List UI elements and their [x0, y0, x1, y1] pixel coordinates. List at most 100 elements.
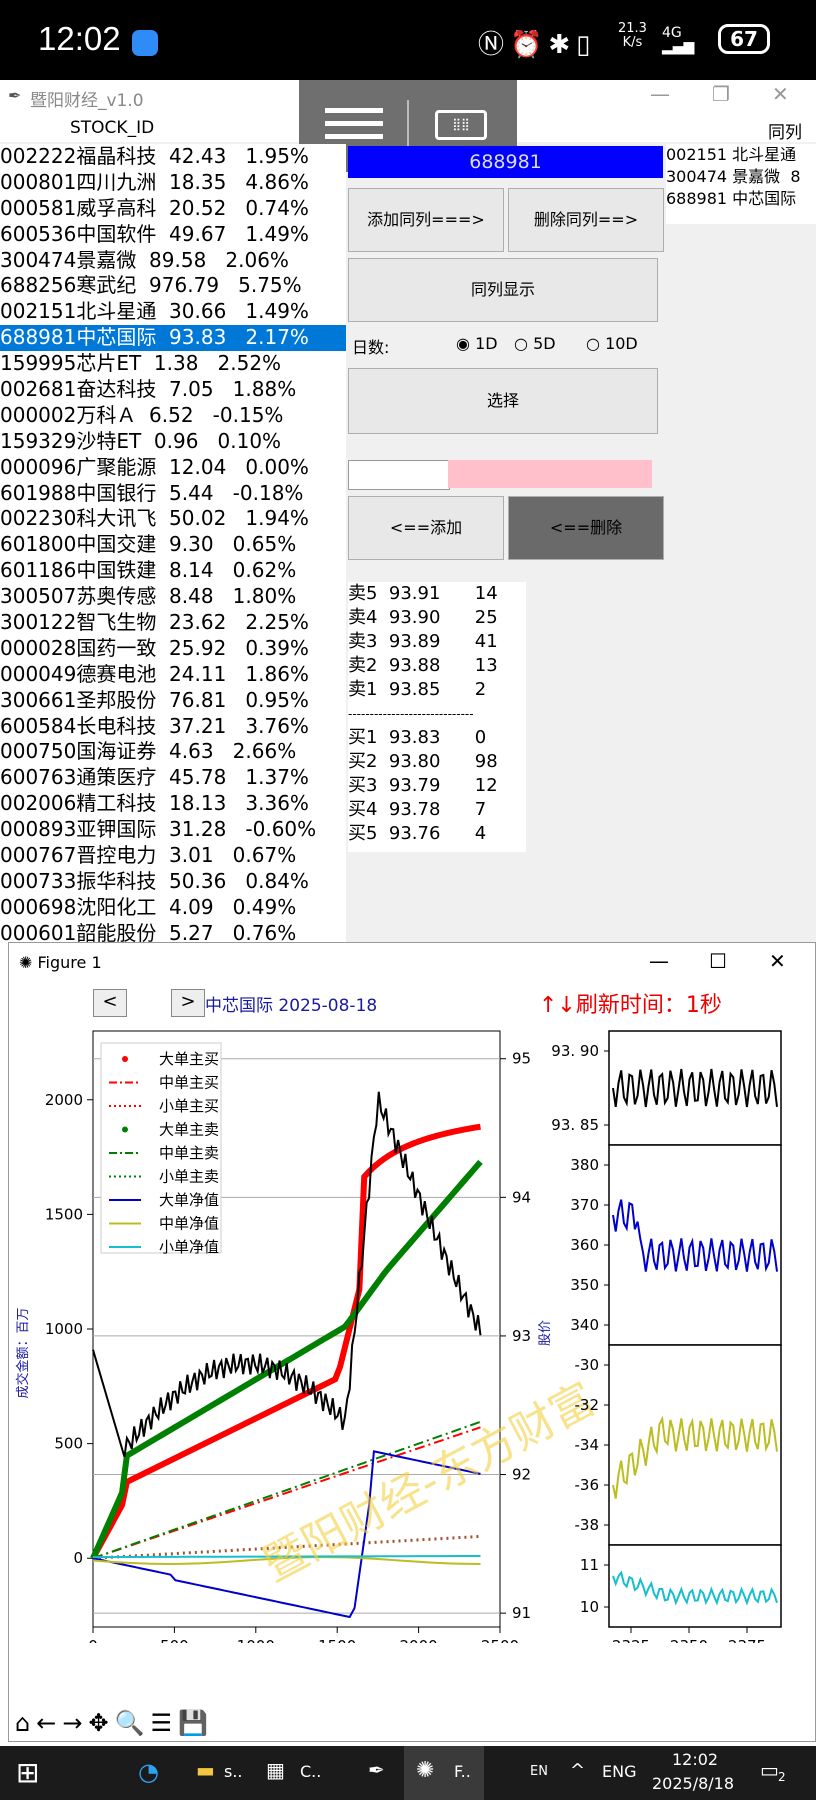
keyboard-icon[interactable]: ⣿⣿	[435, 110, 487, 140]
y-tick-label: 500	[54, 1435, 83, 1453]
stock-row[interactable]: 601988中国银行 5.44 -0.18%	[0, 481, 346, 507]
stock-row[interactable]: 300507苏奥传感 8.48 1.80%	[0, 584, 346, 610]
subplot-tick-label: -30	[575, 1356, 600, 1374]
delete-peer-button[interactable]: 删除同列==>	[508, 188, 664, 252]
order-row: 买3 93.79 12	[348, 775, 498, 796]
stock-row[interactable]: 300661圣邦股份 76.81 0.95%	[0, 688, 346, 714]
minimize-icon[interactable]: —	[649, 949, 669, 973]
feather-icon: ✒	[8, 86, 22, 105]
radio-1d[interactable]: ◉ 1D	[456, 334, 498, 353]
stock-row[interactable]: 688256寒武纪 976.79 5.75%	[0, 273, 346, 299]
stock-row[interactable]: 000096广聚能源 12.04 0.00%	[0, 455, 346, 481]
zoom-icon[interactable]: 🔍	[115, 1709, 151, 1737]
control-icon[interactable]: ▦	[266, 1758, 285, 1782]
stock-row[interactable]: 159995芯片ET 1.38 2.52%	[0, 351, 346, 377]
stock-row[interactable]: 000801四川九洲 18.35 4.86%	[0, 170, 346, 196]
legend-label: 中单净值	[159, 1215, 219, 1233]
minimize-icon[interactable]: —	[650, 82, 670, 106]
feather-icon[interactable]: ✒	[368, 1758, 385, 1782]
stock-row[interactable]: 600763通策医疗 45.78 1.37%	[0, 765, 346, 791]
chevron-up-icon[interactable]: ^	[570, 1760, 585, 1781]
stock-row[interactable]: 000893亚钾国际 31.28 -0.60%	[0, 817, 346, 843]
stock-row[interactable]: 000750国海证券 4.63 2.66%	[0, 739, 346, 765]
days-label: 日数:	[352, 338, 390, 357]
stock-row[interactable]: 000581威孚高科 20.52 0.74%	[0, 196, 346, 222]
pan-icon[interactable]: ✥	[88, 1709, 114, 1737]
stock-row[interactable]: 600536中国软件 49.67 1.49%	[0, 222, 346, 248]
y-tick-label: 2000	[45, 1091, 83, 1109]
windows-start-icon[interactable]: ⊞	[16, 1756, 39, 1789]
radio-10d[interactable]: ○ 10D	[586, 334, 638, 353]
legend-label: 小单主卖	[159, 1168, 219, 1186]
stock-row[interactable]: 601800中国交建 9.30 0.65%	[0, 532, 346, 558]
configure-icon[interactable]: ☰	[150, 1709, 178, 1737]
figure-window: ✺ Figure 1 — ☐ ✕ < > 中芯国际 2025-08-18 ↑↓刷…	[8, 942, 816, 1742]
stock-row[interactable]: 000002万科Ａ 6.52 -0.15%	[0, 403, 346, 429]
taskbar: ⊞ ◔ ▬ s.. ▦ C.. ✒ ✺ F.. EN ^ ENG 12:02 2…	[0, 1746, 816, 1800]
back-arrow-icon[interactable]: ←	[36, 1709, 62, 1737]
x-tick-label: 2500	[481, 1637, 519, 1643]
x-tick-label: 1000	[237, 1637, 275, 1643]
pink-field[interactable]	[448, 460, 652, 488]
stock-row[interactable]: 002230科大讯飞 50.02 1.94%	[0, 506, 346, 532]
taskbar-figure-item[interactable]: ✺ F..	[404, 1746, 484, 1800]
stock-row[interactable]: 000733振华科技 50.36 0.84%	[0, 869, 346, 895]
subplot-tick-label: 370	[570, 1196, 599, 1214]
lang-indicator[interactable]: EN	[530, 1764, 548, 1779]
stock-list[interactable]: 002222福晶科技 42.43 1.95% 000801四川九洲 18.35 4…	[0, 144, 346, 1020]
forward-arrow-icon[interactable]: →	[62, 1709, 88, 1737]
add-button[interactable]: <==添加	[348, 496, 504, 560]
home-icon[interactable]: ⌂	[15, 1709, 36, 1737]
status-time: 12:02	[38, 20, 121, 57]
stock-row[interactable]: 600584长电科技 37.21 3.76%	[0, 714, 346, 740]
radio-5d[interactable]: ○ 5D	[514, 334, 556, 353]
clock-time[interactable]: 12:02	[672, 1750, 718, 1769]
legend-label: 小单主买	[159, 1097, 219, 1115]
stock-row[interactable]: 000698沈阳化工 4.09 0.49%	[0, 895, 346, 921]
taskbar-item-s[interactable]: s..	[224, 1762, 243, 1781]
stock-row[interactable]: 000049德赛电池 24.11 1.86%	[0, 662, 346, 688]
window-title: 暨阳财经_v1.0	[30, 91, 144, 111]
stock-row[interactable]: 002681奋达科技 7.05 1.88%	[0, 377, 346, 403]
y2-tick-label: 92	[512, 1466, 531, 1484]
notification-icon[interactable]: ▭	[760, 1758, 779, 1782]
delete-button[interactable]: <==删除	[508, 496, 664, 560]
subplot-tick-label: 380	[570, 1156, 599, 1174]
show-peer-button[interactable]: 同列显示	[348, 258, 658, 322]
legend-label: 中单主买	[159, 1074, 219, 1092]
input-field[interactable]	[348, 460, 450, 490]
stock-row[interactable]: 000767晋控电力 3.01 0.67%	[0, 843, 346, 869]
stock-row[interactable]: 000028国药一致 25.92 0.39%	[0, 636, 346, 662]
notification-count: 2	[778, 1770, 786, 1784]
save-icon[interactable]: 💾	[178, 1709, 214, 1737]
y2-tick-label: 91	[512, 1604, 531, 1622]
peer-list[interactable]: 002151 北斗星通 300474 景嘉微 8 688981 中芯国际	[666, 144, 816, 224]
y2-tick-label: 93	[512, 1327, 531, 1345]
menu-icon[interactable]	[325, 108, 383, 139]
stock-row[interactable]: 159329沙特ET 0.96 0.10%	[0, 429, 346, 455]
stock-row[interactable]: 002151北斗星通 30.66 1.49%	[0, 299, 346, 325]
lang-label[interactable]: ENG	[602, 1762, 636, 1781]
peer-row[interactable]: 300474 景嘉微 8	[666, 166, 816, 188]
matplotlib-icon: ✺	[19, 953, 33, 972]
legend-marker	[122, 1126, 128, 1133]
folder-icon[interactable]: ▬	[196, 1758, 215, 1782]
restore-icon[interactable]: ❐	[712, 82, 730, 106]
stock-row[interactable]: 688981中芯国际 93.83 2.17%	[0, 325, 346, 352]
stock-row[interactable]: 002222福晶科技 42.43 1.95%	[0, 144, 346, 170]
stock-row[interactable]: 300474景嘉微 89.58 2.06%	[0, 248, 346, 274]
stock-row[interactable]: 002006精工科技 18.13 3.36%	[0, 791, 346, 817]
stock-row[interactable]: 601186中国铁建 8.14 0.62%	[0, 558, 346, 584]
select-button[interactable]: 选择	[348, 368, 658, 434]
close-icon[interactable]: ✕	[772, 82, 789, 106]
maximize-icon[interactable]: ☐	[709, 949, 727, 973]
peer-row[interactable]: 002151 北斗星通	[666, 144, 816, 166]
close-icon[interactable]: ✕	[769, 949, 786, 973]
edge-icon[interactable]: ◔	[138, 1758, 159, 1786]
notification-app-icon	[132, 30, 158, 56]
stock-row[interactable]: 300122智飞生物 23.62 2.25%	[0, 610, 346, 636]
peer-row[interactable]: 688981 中芯国际	[666, 188, 816, 210]
add-peer-button[interactable]: 添加同列===>	[348, 188, 504, 252]
taskbar-item-c[interactable]: C..	[300, 1762, 321, 1781]
clock-date[interactable]: 2025/8/18	[652, 1774, 734, 1793]
